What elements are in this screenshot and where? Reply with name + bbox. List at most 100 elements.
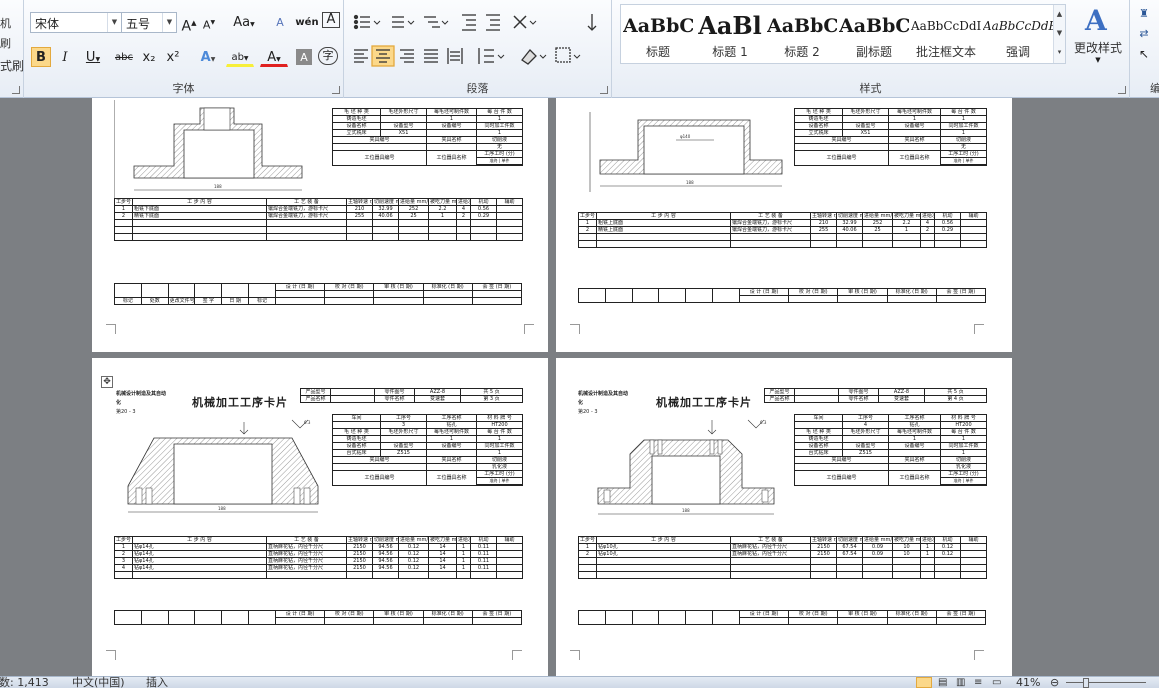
page-4: 机械设计制造及其自动化 第20 - 3 机械加工工序卡片 产品型号 零件图号 AZZ…	[556, 358, 1012, 676]
process-info-table: 车间 工序号 工序名称材 料 牌 号 3 钻孔 HT200 毛 坯 种 类毛坯外形尺寸每…	[332, 414, 523, 486]
clipboard-item[interactable]: 刷	[0, 35, 24, 51]
pinyin-guide-button[interactable]: wén	[294, 12, 320, 32]
draft-view-icon[interactable]: ▭	[992, 677, 1001, 688]
grow-font-icon: A	[181, 18, 192, 35]
zoom-slider-thumb[interactable]	[1083, 678, 1089, 688]
highlight-button[interactable]: ab▼	[226, 47, 254, 67]
font-group-label: 字体	[172, 82, 195, 95]
zoom-level[interactable]: 41%	[1016, 677, 1040, 688]
crop-mark	[570, 324, 580, 334]
chevron-up-icon[interactable]: ▲	[1054, 5, 1065, 24]
underline-button[interactable]: U▼	[79, 47, 107, 67]
crop-mark	[106, 650, 116, 660]
numbering-icon	[392, 16, 415, 28]
paragraph-group-label: 段落	[466, 82, 489, 95]
svg-text:φ140: φ140	[680, 134, 691, 139]
style-subtitle[interactable]: AaBbC 副标题	[839, 5, 909, 63]
font-name-combo[interactable]: 宋体 ▼	[30, 12, 122, 33]
svg-text:188: 188	[682, 508, 690, 513]
editing-group: ♜ ⇄ ↖ 编	[1130, 0, 1159, 98]
print-layout-view-icon[interactable]	[916, 677, 932, 688]
font-size-combo[interactable]: 五号 ▼	[121, 12, 177, 33]
shading-icon	[521, 49, 547, 65]
card-header-table: 产品型号 零件图号 AZZ-8 共 5 页 产品名称 零件名称 变速套第 4 页	[764, 388, 987, 403]
subscript-button[interactable]: x₂	[138, 47, 160, 67]
crop-mark	[974, 324, 984, 334]
clipboard-item[interactable]: 机	[0, 15, 24, 31]
full-screen-view-icon[interactable]: ▤	[938, 677, 947, 688]
justify-icon	[424, 49, 438, 63]
character-border-button[interactable]: A	[322, 12, 340, 28]
steps-table-p3: 工步号工 步 内 容工 艺 装 备主轴转速 r/min切削速度 m/min进给量…	[114, 536, 523, 579]
table-row: 3 钻φ14孔 直柄麻花钻，内径千分尺 2150 94.56 0.12 14 1 0.11	[114, 557, 523, 565]
font-size-value: 五号	[126, 17, 151, 31]
strikethrough-button[interactable]: abc	[112, 47, 136, 67]
style-name: 标题 1	[712, 45, 748, 59]
svg-text:6.3: 6.3	[760, 420, 767, 425]
gallery-scroll[interactable]: ▲ ▼ ▾	[1053, 5, 1065, 63]
dialog-launcher-icon[interactable]	[600, 86, 608, 94]
decrease-indent-icon	[462, 14, 476, 31]
replace-icon[interactable]: ⇄	[1134, 23, 1154, 43]
text-effects-button[interactable]: A▼	[194, 47, 222, 67]
dialog-launcher-icon[interactable]	[332, 86, 340, 94]
change-styles-label: 更改样式	[1073, 41, 1122, 55]
line-spacing-icon	[478, 48, 505, 64]
zoom-slider[interactable]	[1066, 682, 1146, 683]
font-color-button[interactable]: A▼	[260, 47, 288, 67]
word-count[interactable]: 字数: 1,413	[0, 677, 49, 688]
change-styles-button[interactable]: A 更改样式 ▼	[1070, 4, 1126, 64]
change-styles-icon: A	[1084, 4, 1108, 37]
enclose-characters-button[interactable]: 字	[318, 47, 338, 65]
outline-view-icon[interactable]: ≡	[974, 677, 982, 688]
superscript-button[interactable]: x²	[162, 47, 184, 67]
style-emphasis[interactable]: AaBbCcDdE 强调	[983, 5, 1053, 63]
align-center-pressed	[371, 45, 395, 67]
gallery-more-icon[interactable]: ▾	[1054, 43, 1065, 62]
find-icon[interactable]: ♜	[1134, 3, 1154, 23]
chevron-down-icon[interactable]: ▼	[107, 13, 121, 32]
bold-icon: B	[36, 50, 46, 65]
table-row: 2 钻φ10孔 直柄麻花钻，内径千分尺 2150 67.54 0.09 10 1 0.12	[578, 550, 987, 558]
language-indicator[interactable]: 中文(中国)	[72, 677, 125, 688]
insert-mode[interactable]: 插入	[146, 677, 168, 688]
part-drawing-flange-side-holes: 6.3 188	[578, 416, 790, 523]
paragraph-controls	[353, 14, 597, 67]
bold-button[interactable]: B	[31, 47, 51, 67]
superscript-icon: x²	[166, 50, 180, 65]
strikethrough-icon: abc	[115, 52, 133, 63]
select-icon[interactable]: ↖	[1134, 43, 1154, 63]
style-name: 批注框文本	[915, 45, 976, 59]
table-row: 2 钻φ14孔 直柄麻花钻，内径千分尺 2150 94.56 0.12 14 1 0.11	[114, 550, 523, 558]
school-name: 机械设计制造及其自动化	[116, 391, 167, 406]
shrink-font-button[interactable]: A▼	[200, 12, 218, 32]
character-shading-button[interactable]: A	[296, 49, 312, 65]
chevron-down-icon[interactable]: ▼	[1054, 24, 1065, 43]
style-sample: AaBbC	[623, 15, 693, 37]
svg-text:A: A	[1084, 4, 1108, 36]
table-move-handle-icon[interactable]: ✥	[101, 376, 113, 388]
style-title[interactable]: AaBbC 标题	[623, 5, 693, 63]
style-name: 标题	[645, 45, 670, 59]
paragraph-group: 段落	[344, 0, 612, 98]
style-balloon-text[interactable]: AaBbCcDdI 批注框文本	[911, 5, 981, 63]
format-painter[interactable]: 式刷	[0, 57, 24, 74]
style-heading-2[interactable]: AaBbC 标题 2	[767, 5, 837, 63]
crop-mark	[106, 324, 116, 334]
zoom-out-icon[interactable]: ⊖	[1050, 677, 1059, 688]
web-layout-view-icon[interactable]: ▥	[956, 677, 965, 688]
italic-button[interactable]: I	[55, 47, 75, 67]
change-case-icon: Aa	[233, 15, 251, 30]
dialog-launcher-icon[interactable]	[1118, 86, 1126, 94]
steps-table-p1: 工步号工 步 内 容工 艺 装 备主轴转速 r/min切削速度 m/min进给量…	[114, 198, 523, 241]
dialog-launcher-icon[interactable]	[12, 86, 20, 94]
pinyin-icon: wén	[295, 17, 319, 28]
clear-formatting-button[interactable]: A	[270, 12, 290, 32]
chevron-down-icon[interactable]: ▼	[162, 13, 176, 32]
table-row: 2 精铣下底面 镶焊合金端铣刀，游标卡尺 255 40.06 25 1 2 0.29	[114, 212, 523, 220]
style-sample: AaBbCcDdE	[983, 19, 1053, 33]
change-case-button[interactable]: Aa▼	[230, 12, 258, 32]
grow-font-button[interactable]: A▲	[180, 12, 198, 35]
card-title: 机械加工工序卡片	[192, 396, 288, 409]
style-heading-1[interactable]: AaBl 标题 1	[695, 5, 765, 63]
